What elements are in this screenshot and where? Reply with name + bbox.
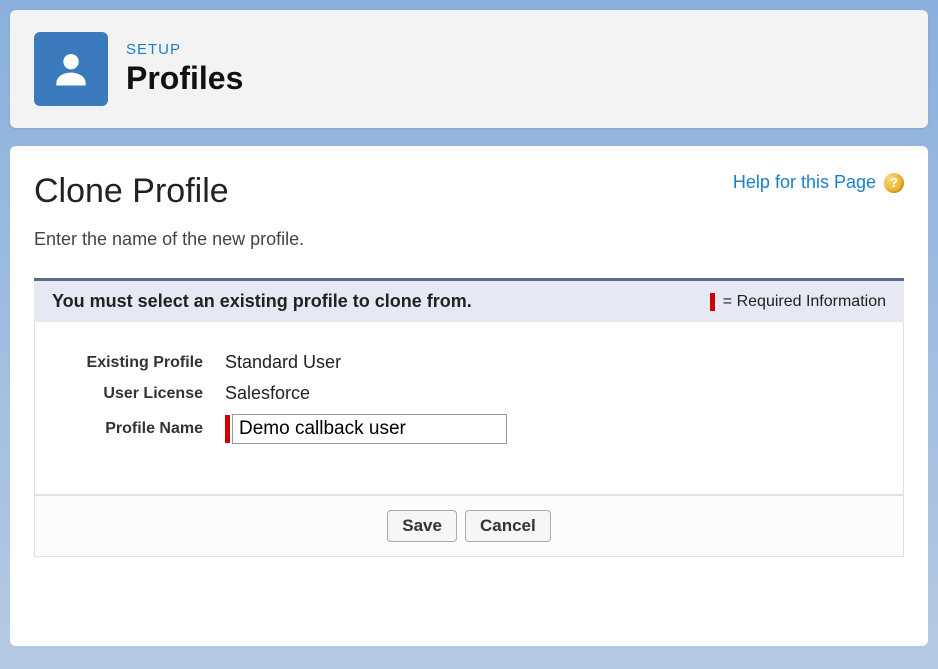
page-subtext: Enter the name of the new profile. — [34, 229, 904, 250]
cancel-button[interactable]: Cancel — [465, 510, 551, 542]
main-content: Clone Profile Help for this Page ? Enter… — [10, 146, 928, 646]
existing-profile-label: Existing Profile — [55, 354, 225, 372]
user-license-value: Salesforce — [225, 383, 310, 404]
help-link-text: Help for this Page — [733, 172, 876, 193]
user-icon — [34, 32, 108, 106]
help-link[interactable]: Help for this Page ? — [733, 172, 904, 193]
save-button[interactable]: Save — [387, 510, 457, 542]
header-text: SETUP Profiles — [126, 41, 243, 97]
required-info-label: = Required Information — [723, 293, 886, 311]
button-bar: Save Cancel — [34, 495, 904, 557]
required-marker-icon — [710, 293, 715, 311]
setup-label: SETUP — [126, 41, 243, 58]
help-icon: ? — [884, 173, 904, 193]
existing-profile-value: Standard User — [225, 352, 341, 373]
required-marker-icon — [225, 415, 230, 443]
user-license-row: User License Salesforce — [55, 383, 883, 404]
profile-name-row: Profile Name — [55, 414, 883, 444]
required-info: = Required Information — [710, 293, 886, 311]
profile-name-label: Profile Name — [55, 420, 225, 438]
page-title: Clone Profile — [34, 172, 229, 211]
info-bar: You must select an existing profile to c… — [34, 278, 904, 322]
user-license-label: User License — [55, 385, 225, 403]
profile-name-input[interactable] — [232, 414, 507, 444]
info-message: You must select an existing profile to c… — [52, 291, 472, 312]
form-area: Existing Profile Standard User User Lice… — [34, 322, 904, 495]
setup-header: SETUP Profiles — [10, 10, 928, 128]
existing-profile-row: Existing Profile Standard User — [55, 352, 883, 373]
header-title: Profiles — [126, 60, 243, 97]
